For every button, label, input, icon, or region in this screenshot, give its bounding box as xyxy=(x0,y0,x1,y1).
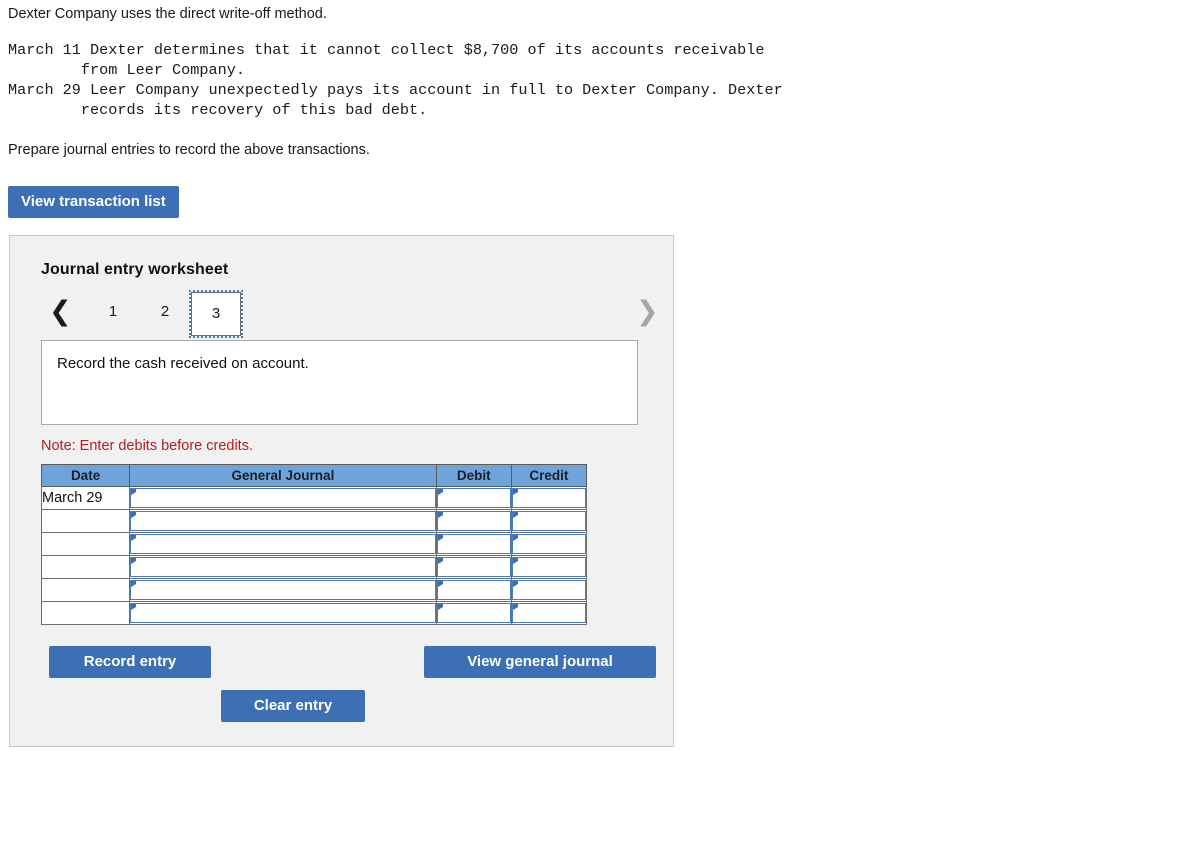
record-entry-button[interactable]: Record entry xyxy=(49,646,211,678)
date-cell[interactable] xyxy=(40,509,131,533)
general-journal-table: Date General Journal Debit Credit March … xyxy=(40,464,588,625)
account-input[interactable] xyxy=(130,488,436,508)
table-row xyxy=(40,509,588,533)
account-input[interactable] xyxy=(130,580,436,600)
credit-input[interactable] xyxy=(511,488,586,508)
debit-input[interactable] xyxy=(436,488,511,508)
worksheet-title: Journal entry worksheet xyxy=(41,261,229,278)
account-cell[interactable] xyxy=(129,578,437,602)
column-header-debit: Debit xyxy=(435,464,512,487)
debit-cell[interactable] xyxy=(435,601,512,625)
view-general-journal-button[interactable]: View general journal xyxy=(424,646,656,678)
table-row xyxy=(40,532,588,556)
credit-input[interactable] xyxy=(511,557,586,577)
worksheet-actions: Record entry View general journal Clear … xyxy=(10,646,673,722)
debit-input[interactable] xyxy=(436,557,511,577)
date-cell[interactable]: March 29 xyxy=(40,486,131,510)
credit-cell[interactable] xyxy=(510,509,588,533)
account-cell[interactable] xyxy=(129,601,437,625)
view-transaction-list-button[interactable]: View transaction list xyxy=(8,186,179,218)
credit-input[interactable] xyxy=(511,580,586,600)
table-row: March 29 xyxy=(40,486,588,510)
credit-cell[interactable] xyxy=(510,555,588,579)
credit-input[interactable] xyxy=(511,603,586,623)
debit-cell[interactable] xyxy=(435,555,512,579)
column-header-general-journal: General Journal xyxy=(129,464,437,487)
clear-entry-button[interactable]: Clear entry xyxy=(221,690,365,722)
view-transaction-list-wrapper: View transaction list xyxy=(8,186,1190,218)
account-input[interactable] xyxy=(130,603,436,623)
debit-input[interactable] xyxy=(436,511,511,531)
account-cell[interactable] xyxy=(129,509,437,533)
credit-input[interactable] xyxy=(511,534,586,554)
date-cell[interactable] xyxy=(40,555,131,579)
debit-input[interactable] xyxy=(436,534,511,554)
debit-cell[interactable] xyxy=(435,532,512,556)
table-row xyxy=(40,578,588,602)
account-input[interactable] xyxy=(130,557,436,577)
page-tab-2[interactable]: 2 xyxy=(151,298,179,326)
problem-statement: Dexter Company uses the direct write-off… xyxy=(0,0,1190,160)
journal-entry-worksheet-panel: Journal entry worksheet ❮ 1 2 3 ❯ Record… xyxy=(9,235,674,747)
credit-cell[interactable] xyxy=(510,601,588,625)
table-row xyxy=(40,555,588,579)
account-cell[interactable] xyxy=(129,555,437,579)
column-header-credit: Credit xyxy=(510,464,588,487)
chevron-right-icon[interactable]: ❯ xyxy=(636,292,659,332)
instruction-box: Record the cash received on account. xyxy=(41,340,638,425)
debit-input[interactable] xyxy=(436,603,511,623)
credit-cell[interactable] xyxy=(510,578,588,602)
account-cell[interactable] xyxy=(129,486,437,510)
credit-input[interactable] xyxy=(511,511,586,531)
instruction-text: Record the cash received on account. xyxy=(57,355,309,372)
page-tab-1[interactable]: 1 xyxy=(99,298,127,326)
column-header-date: Date xyxy=(40,464,131,487)
journal-table-wrapper: Date General Journal Debit Credit March … xyxy=(40,464,673,625)
transaction-lines: March 11 Dexter determines that it canno… xyxy=(8,41,783,119)
date-cell[interactable] xyxy=(40,578,131,602)
debit-cell[interactable] xyxy=(435,486,512,510)
credit-cell[interactable] xyxy=(510,532,588,556)
debit-cell[interactable] xyxy=(435,509,512,533)
worksheet-pager: ❮ 1 2 3 ❯ xyxy=(41,290,673,338)
date-cell[interactable] xyxy=(40,601,131,625)
account-input[interactable] xyxy=(130,511,436,531)
chevron-left-icon[interactable]: ❮ xyxy=(49,292,72,332)
debit-cell[interactable] xyxy=(435,578,512,602)
debit-input[interactable] xyxy=(436,580,511,600)
credit-cell[interactable] xyxy=(510,486,588,510)
date-cell[interactable] xyxy=(40,532,131,556)
page-tab-3-selected[interactable]: 3 xyxy=(189,290,243,338)
table-header-row: Date General Journal Debit Credit xyxy=(40,464,588,487)
account-cell[interactable] xyxy=(129,532,437,556)
problem-intro: Dexter Company uses the direct write-off… xyxy=(8,6,327,22)
problem-prepare-instruction: Prepare journal entries to record the ab… xyxy=(8,142,370,158)
debits-before-credits-note: Note: Enter debits before credits. xyxy=(41,438,253,454)
table-row xyxy=(40,601,588,625)
account-input[interactable] xyxy=(130,534,436,554)
